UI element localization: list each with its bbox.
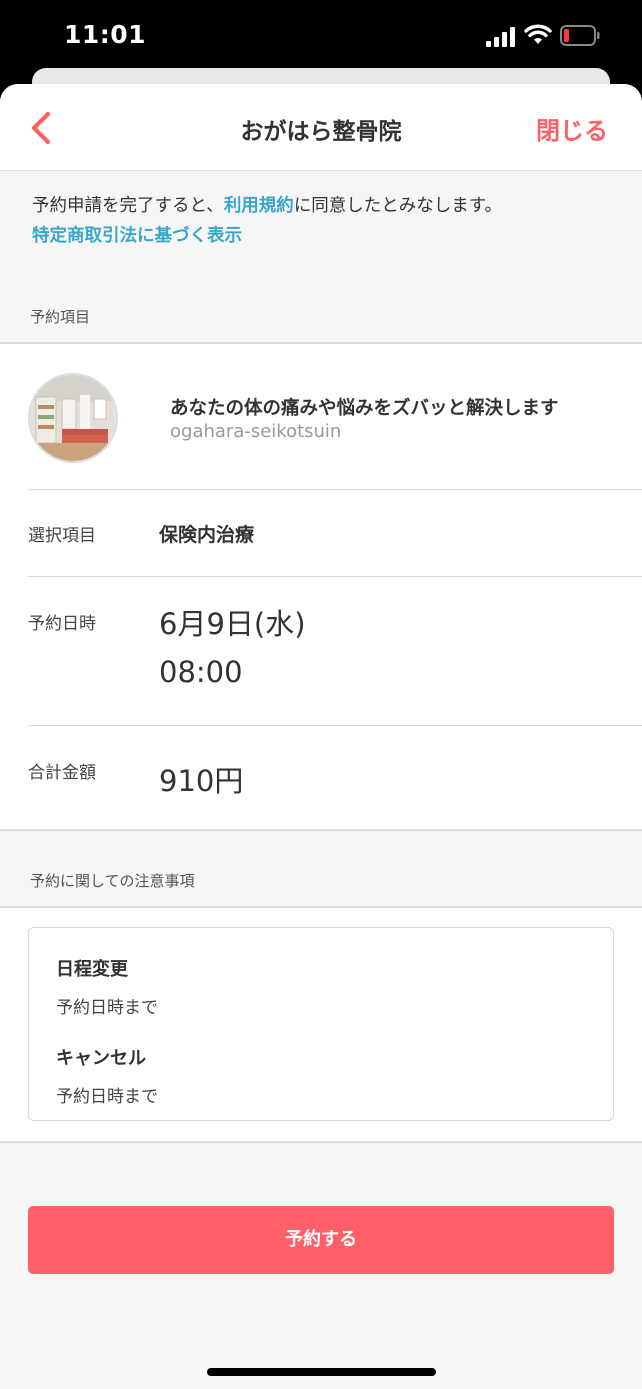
notes-container: 日程変更 予約日時まで キャンセル 予約日時まで — [0, 908, 642, 1143]
terms-link[interactable]: 利用規約 — [224, 196, 294, 216]
notes-section-label: 予約に関しての注意事項 — [0, 831, 642, 908]
booking-sheet: おがはら整骨院 閉じる 予約申請を完了すると、利用規約に同意したとみなします。 … — [0, 84, 642, 1389]
total-row: 合計金額 910円 — [28, 726, 642, 829]
signal-icon — [486, 27, 516, 47]
notes-box: 日程変更 予約日時まで キャンセル 予約日時まで — [28, 927, 614, 1121]
reservation-date: 6月9日(水) — [159, 607, 306, 641]
datetime-row: 予約日時 6月9日(水) 08:00 — [28, 577, 642, 726]
datetime-label: 予約日時 — [28, 614, 96, 634]
cancel-heading: キャンセル — [56, 1048, 146, 1069]
terms-sentence: 予約申請を完了すると、利用規約に同意したとみなします。 — [32, 191, 610, 221]
reserve-button[interactable]: 予約する — [28, 1206, 614, 1274]
terms-prefix: 予約申請を完了すると、 — [32, 196, 224, 216]
total-label: 合計金額 — [28, 763, 96, 783]
reschedule-text: 予約日時まで — [56, 998, 158, 1018]
total-price: 910円 — [159, 764, 244, 798]
selection-row: 選択項目 保険内治療 — [28, 490, 642, 577]
selection-label: 選択項目 — [28, 526, 96, 546]
clinic-id: ogahara-seikotsuin — [170, 421, 342, 442]
service-title: あなたの体の痛みや悩みをズバッと解決します — [170, 398, 559, 419]
cancel-text: 予約日時まで — [56, 1087, 158, 1107]
screen: 11:01 おがはら整骨院 閉じる 予約申請を完了すると、利用規約に同意したとみ… — [0, 0, 642, 1389]
commerce-law-link[interactable]: 特定商取引法に基づく表示 — [32, 221, 610, 251]
status-bar: 11:01 — [0, 0, 642, 70]
terms-suffix: に同意したとみなします。 — [293, 196, 503, 216]
battery-icon — [560, 25, 600, 46]
reservation-card: あなたの体の痛みや悩みをズバッと解決します ogahara-seikotsuin… — [0, 344, 642, 831]
close-button[interactable]: 閉じる — [536, 111, 608, 146]
selection-value: 保険内治療 — [159, 524, 255, 546]
clinic-thumbnail — [28, 373, 118, 463]
wifi-icon — [524, 24, 552, 44]
reschedule-heading: 日程変更 — [56, 959, 128, 980]
service-item: あなたの体の痛みや悩みをズバッと解決します ogahara-seikotsuin — [28, 344, 642, 490]
navigation-bar: おがはら整骨院 閉じる — [0, 84, 642, 171]
home-indicator — [207, 1368, 436, 1376]
terms-notice: 予約申請を完了すると、利用規約に同意したとみなします。 特定商取引法に基づく表示 — [0, 171, 642, 267]
reservation-section-label: 予約項目 — [0, 267, 642, 344]
status-time: 11:01 — [64, 20, 147, 49]
reservation-time: 08:00 — [159, 655, 243, 689]
